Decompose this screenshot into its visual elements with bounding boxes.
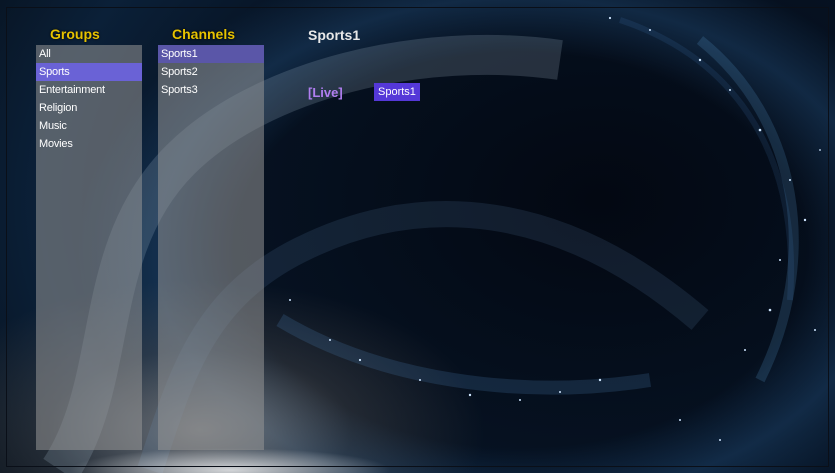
groups-list[interactable]: All Sports Entertainment Religion Music …	[36, 45, 142, 450]
group-item-sports[interactable]: Sports	[36, 63, 142, 81]
group-item-entertainment[interactable]: Entertainment	[36, 81, 142, 99]
channel-item-sports2[interactable]: Sports2	[158, 63, 264, 81]
channel-item-sports3[interactable]: Sports3	[158, 81, 264, 99]
channel-title: Sports1	[308, 27, 361, 43]
channels-list[interactable]: Sports1 Sports2 Sports3	[158, 45, 264, 450]
group-item-movies[interactable]: Movies	[36, 135, 142, 153]
iptv-screen: Groups All Sports Entertainment Religion…	[0, 0, 835, 473]
live-label: [Live]	[308, 85, 343, 100]
channel-item-sports1[interactable]: Sports1	[158, 45, 264, 63]
channels-header: Channels	[172, 26, 236, 42]
group-item-music[interactable]: Music	[36, 117, 142, 135]
groups-header: Groups	[50, 26, 100, 42]
group-item-religion[interactable]: Religion	[36, 99, 142, 117]
live-program-item[interactable]: Sports1	[374, 83, 420, 101]
group-item-all[interactable]: All	[36, 45, 142, 63]
